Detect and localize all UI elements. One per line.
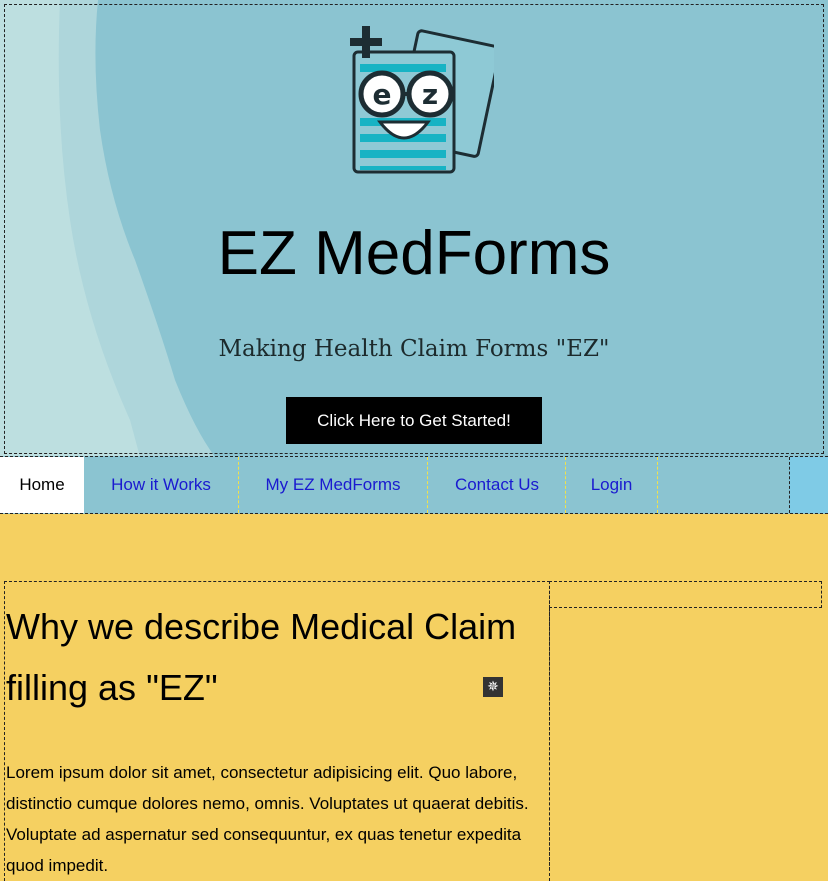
sidebar-divider — [549, 608, 550, 870]
site-title: EZ MedForms — [217, 219, 611, 288]
nav-item-home[interactable]: Home — [0, 457, 84, 513]
nav-right-block — [789, 457, 828, 513]
hero-section: e z EZ MedForms Making Health Claim Form… — [0, 0, 828, 457]
nav-item-login[interactable]: Login — [565, 457, 658, 513]
section-heading: Why we describe Medical Claim filling as… — [6, 606, 517, 708]
site-tagline: Making Health Claim Forms "EZ" — [218, 336, 610, 362]
settings-gear-icon[interactable]: ✵ — [483, 677, 503, 697]
svg-text:e: e — [373, 78, 392, 111]
nav-item-how-it-works[interactable]: How it Works — [84, 457, 238, 513]
nav-item-contact-us[interactable]: Contact Us — [428, 457, 566, 513]
main-nav: Home How it Works My EZ MedForms Contact… — [0, 456, 828, 514]
svg-text:z: z — [422, 78, 438, 111]
get-started-button[interactable]: Click Here to Get Started! — [286, 397, 542, 444]
ez-logo-icon: e z — [350, 26, 494, 174]
section-body-text: Lorem ipsum dolor sit amet, consectetur … — [6, 763, 529, 875]
nav-item-my-ez-medforms[interactable]: My EZ MedForms — [238, 457, 428, 513]
sidebar-column — [549, 581, 822, 608]
